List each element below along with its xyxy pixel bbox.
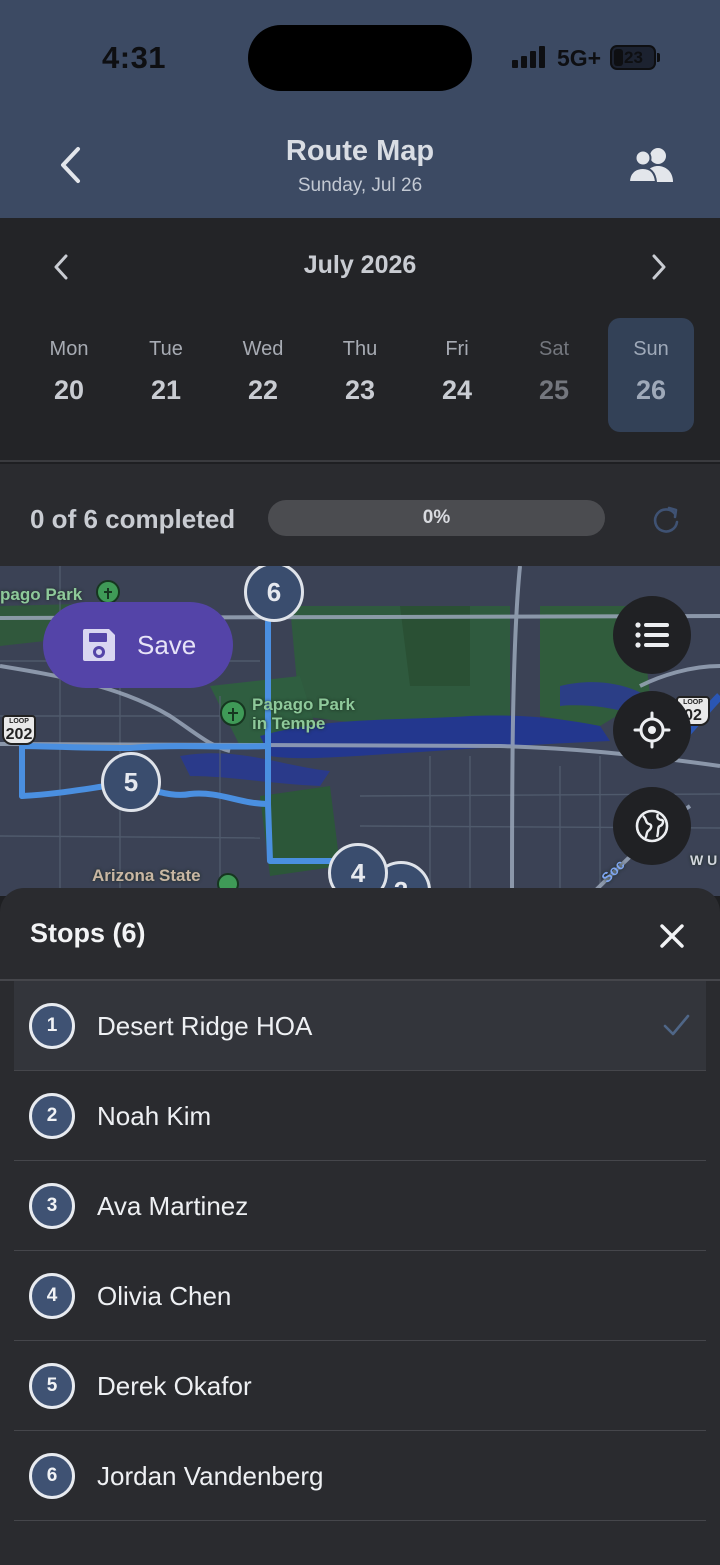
map-label-in-tempe: in Tempe	[252, 714, 326, 733]
day-date: 21	[150, 375, 182, 405]
day-fri[interactable]: Fri 24	[414, 318, 500, 432]
battery-tip	[657, 53, 660, 62]
progress-bar: 0%	[268, 500, 605, 536]
locate-me-button[interactable]	[613, 691, 691, 769]
day-date: 25	[538, 375, 570, 405]
day-sun-selected[interactable]: Sun 26	[608, 318, 694, 432]
progress-percent: 0%	[422, 507, 451, 528]
network-type: 5G+	[557, 45, 602, 71]
globe-icon	[635, 809, 669, 843]
stop-number-badge: 3	[29, 1183, 75, 1229]
contacts-button[interactable]	[622, 140, 682, 190]
app-header: 4:31 5G+ 23 Route Map Sunday, Jul 26	[0, 0, 720, 218]
close-button[interactable]	[650, 914, 694, 958]
map-label-papago-park: pago Park	[0, 585, 83, 604]
stop-number-badge: 6	[29, 1453, 75, 1499]
stop-name: Noah Kim	[97, 1101, 212, 1131]
page-subtitle: Sunday, Jul 26	[297, 175, 423, 196]
refresh-icon	[653, 506, 679, 533]
stop-item-6[interactable]: 6 Jordan Vandenberg	[14, 1431, 706, 1521]
completion-count: 0 of 6 completed	[30, 504, 236, 534]
day-date: 22	[247, 375, 279, 405]
save-label: Save	[137, 629, 197, 660]
day-thu[interactable]: Thu 23	[317, 318, 403, 432]
people-icon	[627, 148, 673, 183]
close-icon	[660, 924, 684, 948]
shield-number: 202	[5, 726, 33, 743]
stop-item-1[interactable]: 1 Desert Ridge HOA	[14, 981, 706, 1071]
next-month-button[interactable]	[638, 246, 680, 288]
stops-title: Stops (6)	[30, 918, 146, 948]
day-sat[interactable]: Sat 25	[511, 318, 597, 432]
stop-name: Ava Martinez	[97, 1191, 249, 1221]
stop-item-3[interactable]: 3 Ava Martinez	[14, 1161, 706, 1251]
signal-icon	[512, 46, 545, 68]
day-name: Sun	[633, 338, 669, 360]
day-date: 26	[635, 375, 667, 405]
map-label-papago-tempe: Papago Park	[252, 695, 355, 714]
day-date: 20	[53, 375, 85, 405]
map-label-wu: W U	[690, 852, 718, 868]
stop-name: Desert Ridge HOA	[97, 1011, 313, 1041]
stop-item-5[interactable]: 5 Derek Okafor	[14, 1341, 706, 1431]
day-date: 23	[344, 375, 376, 405]
stop-number-badge: 1	[29, 1003, 75, 1049]
stop-name: Derek Okafor	[97, 1371, 252, 1401]
page-title: Route Map	[285, 135, 435, 167]
checkmark-icon	[663, 1014, 690, 1036]
stop-list: 1 Desert Ridge HOA 2 Noah Kim 3 Ava Mart…	[14, 981, 706, 1521]
stop-number-badge: 5	[29, 1363, 75, 1409]
day-name: Thu	[342, 338, 378, 360]
week-calendar: July 2026 Mon 20 Tue 21 Wed 22 Thu 23 Fr…	[0, 218, 720, 462]
stop-number-badge: 4	[29, 1273, 75, 1319]
day-strip: Mon 20 Tue 21 Wed 22 Thu 23 Fri 24 Sat 2…	[20, 318, 704, 432]
map-label-asu: Arizona State	[92, 866, 201, 885]
progress-row: 0 of 6 completed 0%	[0, 464, 720, 566]
day-name: Sat	[538, 338, 570, 360]
day-mon[interactable]: Mon 20	[26, 318, 112, 432]
day-tue[interactable]: Tue 21	[123, 318, 209, 432]
map-style-button[interactable]	[613, 787, 691, 865]
save-button[interactable]: Save	[43, 602, 233, 688]
chevron-right-icon	[652, 254, 666, 280]
battery-icon: 23	[610, 45, 656, 70]
day-name: Wed	[242, 338, 284, 360]
route-map[interactable]: pago Park Papago Park in Tempe Arizona S…	[0, 566, 720, 896]
list-icon	[635, 622, 669, 648]
stop-item-2[interactable]: 2 Noah Kim	[14, 1071, 706, 1161]
day-name: Tue	[149, 338, 183, 360]
day-wed[interactable]: Wed 22	[220, 318, 306, 432]
floppy-disk-icon	[83, 629, 115, 661]
stop-name: Jordan Vandenberg	[97, 1461, 324, 1491]
list-view-button[interactable]	[613, 596, 691, 674]
stop-number-badge: 2	[29, 1093, 75, 1139]
status-time: 4:31	[102, 40, 167, 75]
battery-level: 23	[624, 48, 643, 67]
stop-item-4[interactable]: 4 Olivia Chen	[14, 1251, 706, 1341]
stops-sheet: Stops (6) 1 Desert Ridge HOA 2 Noah Kim …	[0, 888, 720, 1565]
map-pin-5[interactable]: 5	[101, 752, 161, 812]
crosshair-icon	[633, 711, 671, 749]
loop-202-shield-left: LOOP 202	[2, 715, 36, 745]
refresh-button[interactable]	[646, 500, 686, 540]
shield-loop-label: LOOP	[9, 718, 29, 725]
day-name: Fri	[445, 338, 469, 360]
day-name: Mon	[49, 338, 89, 360]
dynamic-island	[248, 25, 472, 91]
month-label: July 2026	[303, 251, 417, 279]
stop-name: Olivia Chen	[97, 1281, 232, 1311]
day-date: 24	[441, 375, 473, 405]
